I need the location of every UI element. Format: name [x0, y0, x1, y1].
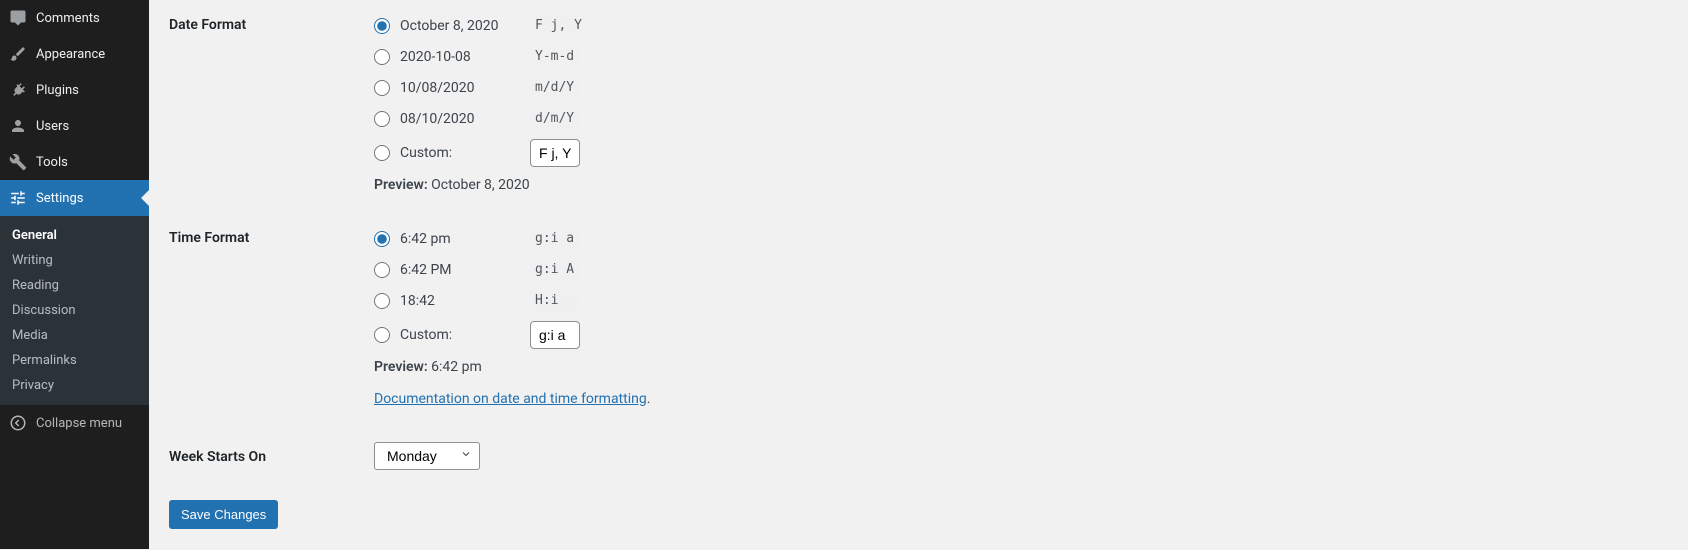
date-code-badge: F j, Y — [530, 15, 587, 36]
date-custom-input[interactable] — [530, 139, 580, 167]
sidebar-sub-writing[interactable]: Writing — [0, 248, 149, 273]
settings-content: Date Format October 8, 2020F j, Y2020-10… — [149, 0, 1688, 549]
date-preview: Preview: October 8, 2020 — [374, 177, 1668, 193]
sidebar-item-settings[interactable]: Settings — [0, 180, 149, 216]
week-starts-row: Week Starts On Monday — [169, 407, 1668, 470]
sidebar-sub-reading[interactable]: Reading — [0, 273, 149, 298]
week-starts-value: Monday — [374, 442, 1668, 470]
sidebar-item-appearance[interactable]: Appearance — [0, 36, 149, 72]
date-option-row: October 8, 2020F j, Y — [374, 15, 1668, 36]
sidebar-item-label: Tools — [36, 155, 68, 170]
week-starts-select[interactable]: Monday — [374, 442, 480, 470]
sidebar-item-comments[interactable]: Comments — [0, 0, 149, 36]
time-format-value: 6:42 pmg:i a6:42 PMg:i A18:42H:iCustom:P… — [374, 228, 1668, 407]
time-code-badge: g:i a — [530, 228, 580, 249]
sliders-icon — [8, 188, 28, 208]
wrench-icon — [8, 152, 28, 172]
date-display: 2020-10-08 — [400, 49, 530, 65]
time-format-label: Time Format — [169, 228, 374, 246]
sidebar-item-label: Plugins — [36, 83, 79, 98]
collapse-icon — [8, 413, 28, 433]
sidebar-item-plugins[interactable]: Plugins — [0, 72, 149, 108]
preview-label: Preview: — [374, 359, 428, 375]
date-custom-row: Custom: — [374, 139, 1668, 167]
sidebar-item-label: Users — [36, 119, 69, 134]
date-option-row: 08/10/2020d/m/Y — [374, 108, 1668, 129]
date-display: 10/08/2020 — [400, 80, 530, 96]
date-radio[interactable] — [374, 49, 390, 65]
time-format-row: Time Format 6:42 pmg:i a6:42 PMg:i A18:4… — [169, 193, 1668, 407]
date-option-row: 2020-10-08Y-m-d — [374, 46, 1668, 67]
sidebar-item-label: Comments — [36, 11, 100, 26]
admin-sidebar: Comments Appearance Plugins Users Tools Setti… — [0, 0, 149, 549]
date-display: October 8, 2020 — [400, 18, 530, 34]
collapse-menu[interactable]: Collapse menu — [0, 405, 149, 441]
time-custom-input[interactable] — [530, 321, 580, 349]
time-display: 6:42 PM — [400, 262, 530, 278]
time-display: 18:42 — [400, 293, 530, 309]
date-preview-value: October 8, 2020 — [431, 177, 529, 193]
time-radio[interactable] — [374, 231, 390, 247]
week-starts-label: Week Starts On — [169, 447, 374, 465]
week-starts-select-wrapper: Monday — [374, 442, 480, 470]
sidebar-item-users[interactable]: Users — [0, 108, 149, 144]
date-radio[interactable] — [374, 111, 390, 127]
time-radio[interactable] — [374, 293, 390, 309]
time-custom-radio[interactable] — [374, 327, 390, 343]
time-option-row: 6:42 PMg:i A — [374, 259, 1668, 280]
sidebar-sub-general[interactable]: General — [0, 223, 149, 248]
time-custom-label: Custom: — [400, 327, 530, 343]
comment-icon — [8, 8, 28, 28]
sidebar-sub-permalinks[interactable]: Permalinks — [0, 348, 149, 373]
date-radio[interactable] — [374, 80, 390, 96]
documentation-link[interactable]: Documentation on date and time formattin… — [374, 391, 647, 407]
time-code-badge: g:i A — [530, 259, 580, 280]
preview-label: Preview: — [374, 177, 428, 193]
time-preview-value: 6:42 pm — [431, 359, 482, 375]
time-option-row: 18:42H:i — [374, 290, 1668, 311]
sidebar-item-tools[interactable]: Tools — [0, 144, 149, 180]
collapse-label: Collapse menu — [36, 416, 122, 431]
date-display: 08/10/2020 — [400, 111, 530, 127]
time-radio[interactable] — [374, 262, 390, 278]
date-code-badge: d/m/Y — [530, 108, 580, 129]
date-custom-label: Custom: — [400, 145, 530, 161]
date-code-badge: m/d/Y — [530, 77, 580, 98]
doc-line: Documentation on date and time formattin… — [374, 391, 1668, 407]
date-format-label: Date Format — [169, 15, 374, 33]
sidebar-item-label: Appearance — [36, 47, 105, 62]
brush-icon — [8, 44, 28, 64]
date-custom-radio[interactable] — [374, 145, 390, 161]
save-changes-button[interactable]: Save Changes — [169, 500, 278, 529]
sidebar-item-label: Settings — [36, 191, 83, 206]
sidebar-sub-privacy[interactable]: Privacy — [0, 373, 149, 398]
date-radio[interactable] — [374, 18, 390, 34]
date-code-badge: Y-m-d — [530, 46, 580, 67]
sidebar-submenu: GeneralWritingReadingDiscussionMediaPerm… — [0, 216, 149, 405]
date-format-row: Date Format October 8, 2020F j, Y2020-10… — [169, 0, 1668, 193]
time-preview: Preview: 6:42 pm — [374, 359, 1668, 375]
time-option-row: 6:42 pmg:i a — [374, 228, 1668, 249]
time-custom-row: Custom: — [374, 321, 1668, 349]
sidebar-sub-discussion[interactable]: Discussion — [0, 298, 149, 323]
date-option-row: 10/08/2020m/d/Y — [374, 77, 1668, 98]
sidebar-sub-media[interactable]: Media — [0, 323, 149, 348]
time-code-badge: H:i — [530, 290, 580, 311]
date-format-value: October 8, 2020F j, Y2020-10-08Y-m-d10/0… — [374, 15, 1668, 193]
time-display: 6:42 pm — [400, 231, 530, 247]
plug-icon — [8, 80, 28, 100]
user-icon — [8, 116, 28, 136]
